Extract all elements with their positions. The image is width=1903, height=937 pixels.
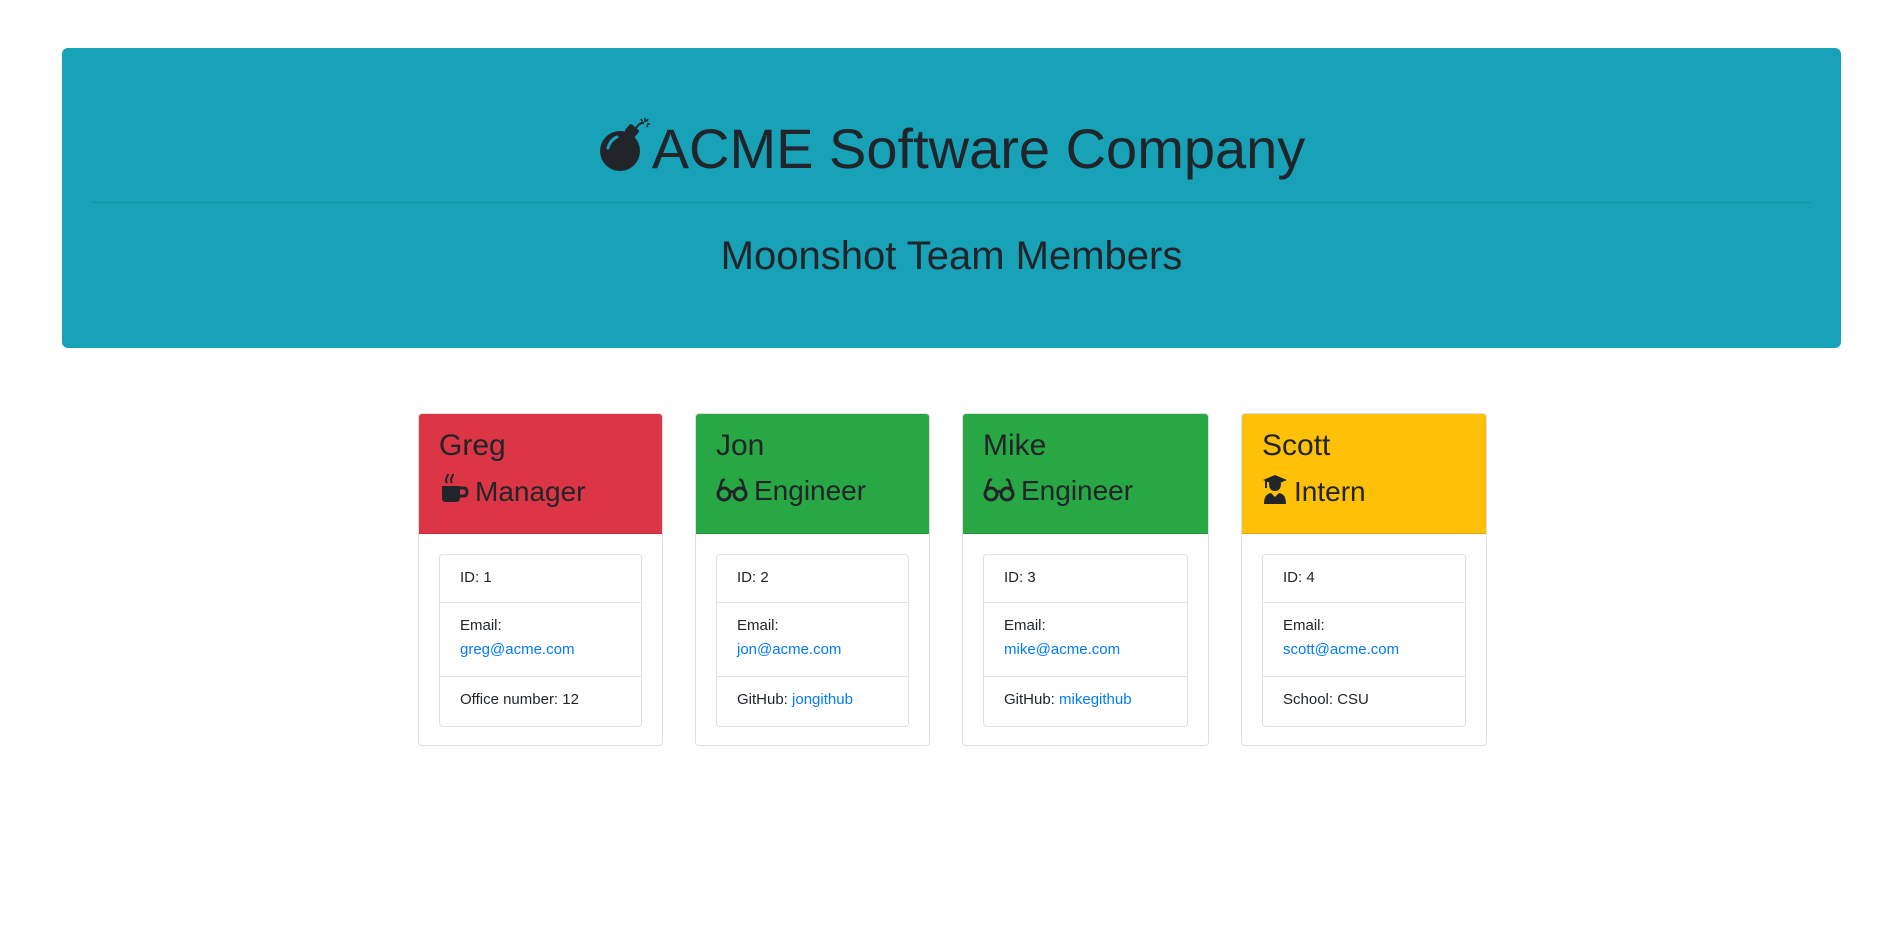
employee-id: ID: 4 (1263, 555, 1465, 603)
employee-role: Intern (1262, 474, 1466, 512)
glasses-icon (983, 477, 1015, 511)
school: School: CSU (1283, 691, 1369, 708)
employee-name: Scott (1262, 429, 1331, 462)
employee-email-item: Email: mike@acme.com (984, 603, 1187, 677)
github-link[interactable]: mikegithub (1059, 691, 1132, 708)
github-item: GitHub: jongithub (717, 677, 908, 726)
email-label: Email: (1283, 617, 1325, 634)
card-header: Greg Manager (419, 414, 662, 534)
card-header: Mike Engineer (963, 414, 1208, 534)
employee-card: Jon Engineer ID: 2 Email: jon@acme.com G… (695, 413, 930, 746)
company-title: ACME Software Company (62, 116, 1841, 183)
github-link[interactable]: jongithub (792, 691, 853, 708)
employee-email-item: Email: jon@acme.com (717, 603, 908, 677)
graduate-icon (1262, 474, 1288, 512)
email-link[interactable]: scott@acme.com (1283, 641, 1399, 658)
employee-name: Jon (716, 429, 765, 462)
coffee-icon (439, 471, 469, 512)
employee-role: Manager (439, 471, 642, 512)
employee-email-item: Email: scott@acme.com (1263, 603, 1465, 677)
employee-role-label: Intern (1294, 476, 1366, 507)
team-title: Moonshot Team Members (720, 234, 1183, 278)
glasses-icon (716, 477, 748, 511)
employee-name: Mike (983, 429, 1047, 462)
employee-details: ID: 1 Email: greg@acme.com Office number… (439, 554, 642, 727)
employee-card: Scott Intern ID: 4 Email: scott@acme.com (1241, 413, 1487, 746)
employee-id: ID: 2 (717, 555, 908, 603)
company-title-text: ACME Software Company (651, 117, 1306, 180)
email-label: Email: (737, 617, 779, 634)
card-body: ID: 3 Email: mike@acme.com GitHub: mikeg… (963, 534, 1208, 745)
email-link[interactable]: greg@acme.com (460, 641, 574, 658)
employee-role: Engineer (983, 474, 1188, 511)
card-header: Jon Engineer (696, 414, 929, 534)
employee-id: ID: 3 (984, 555, 1187, 603)
card-body: ID: 2 Email: jon@acme.com GitHub: jongit… (696, 534, 929, 745)
email-label: Email: (1004, 617, 1046, 634)
employee-role-label: Manager (475, 476, 586, 507)
employee-role: Engineer (716, 474, 909, 511)
employee-email-item: Email: greg@acme.com (440, 603, 641, 677)
card-header: Scott Intern (1242, 414, 1486, 534)
employee-card: Greg Manager ID: 1 Email: greg@acme.com (418, 413, 663, 746)
card-body: ID: 4 Email: scott@acme.com School: CSU (1242, 534, 1486, 745)
employee-card: Mike Engineer ID: 3 Email: mike@acme.com… (962, 413, 1209, 746)
header-divider (92, 202, 1811, 203)
employee-id: ID: 1 (440, 555, 641, 603)
bomb-icon (598, 116, 651, 183)
page-header: ACME Software Company Moonshot Team Memb… (62, 48, 1841, 348)
github-item: GitHub: mikegithub (984, 677, 1187, 726)
email-label: Email: (460, 617, 502, 634)
employee-details: ID: 3 Email: mike@acme.com GitHub: mikeg… (983, 554, 1188, 727)
employee-name: Greg (439, 429, 506, 462)
employee-role-label: Engineer (754, 475, 867, 506)
team-cards: Greg Manager ID: 1 Email: greg@acme.com (0, 413, 1903, 748)
email-link[interactable]: mike@acme.com (1004, 641, 1120, 658)
employee-details: ID: 4 Email: scott@acme.com School: CSU (1262, 554, 1466, 727)
github-label: GitHub: (1004, 691, 1060, 708)
employee-role-label: Engineer (1021, 475, 1134, 506)
card-body: ID: 1 Email: greg@acme.com Office number… (419, 534, 662, 745)
github-label: GitHub: (737, 691, 793, 708)
email-link[interactable]: jon@acme.com (737, 641, 841, 658)
employee-details: ID: 2 Email: jon@acme.com GitHub: jongit… (716, 554, 909, 727)
office-number: Office number: 12 (460, 691, 579, 708)
